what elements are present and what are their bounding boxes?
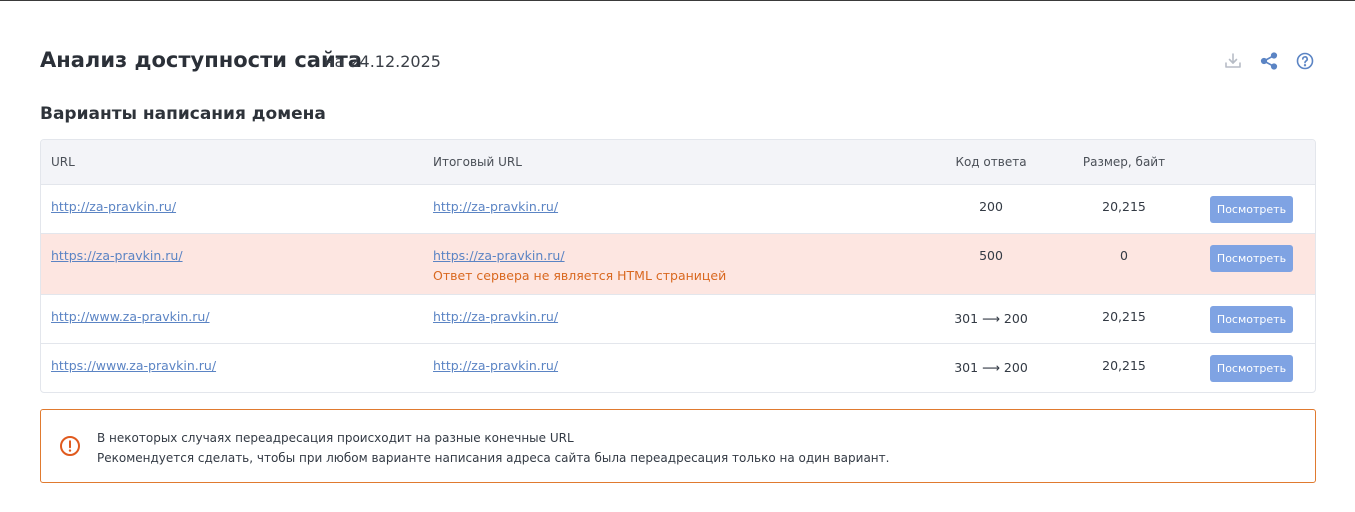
final-url-link[interactable]: http://za-pravkin.ru/ [433, 358, 558, 373]
section-title: Варианты написания домена [40, 104, 326, 124]
table-header: URL Итоговый URL Код ответа Размер, байт [41, 140, 1315, 185]
error-message: Ответ сервера не является HTML страницей [433, 268, 727, 283]
view-button[interactable]: Посмотреть [1210, 355, 1293, 382]
column-response-code: Код ответа [955, 155, 1027, 169]
response-code: 301 ⟶ 200 [954, 311, 1028, 326]
redirect-warning-alert: В некоторых случаях переадресация происх… [40, 409, 1316, 483]
response-code: 500 [979, 248, 1003, 263]
page-header: Анализ доступности сайта на 24.12.2025 [40, 46, 1316, 76]
table-row: http://za-pravkin.ru/ http://za-pravkin.… [41, 185, 1315, 234]
alert-line-1: В некоторых случаях переадресация происх… [97, 431, 574, 445]
alert-text: В некоторых случаях переадресация происх… [97, 428, 889, 468]
view-button[interactable]: Посмотреть [1210, 306, 1293, 333]
response-size: 20,215 [1102, 309, 1146, 324]
help-icon[interactable] [1294, 50, 1316, 72]
final-url-link[interactable]: https://za-pravkin.ru/ [433, 248, 565, 263]
alert-line-2: Рекомендуется сделать, чтобы при любом в… [97, 451, 890, 465]
column-final-url: Итоговый URL [433, 155, 522, 169]
table-row: http://www.za-pravkin.ru/ http://za-prav… [41, 295, 1315, 344]
response-size: 0 [1120, 248, 1128, 263]
table-row-error: https://za-pravkin.ru/ https://za-pravki… [41, 234, 1315, 295]
column-size: Размер, байт [1082, 155, 1166, 169]
warning-icon [59, 435, 81, 457]
url-link[interactable]: https://za-pravkin.ru/ [51, 248, 183, 263]
final-url-link[interactable]: http://za-pravkin.ru/ [433, 199, 558, 214]
view-button[interactable]: Посмотреть [1210, 196, 1293, 223]
share-icon[interactable] [1258, 50, 1280, 72]
response-size: 20,215 [1102, 358, 1146, 373]
domain-variants-table: URL Итоговый URL Код ответа Размер, байт… [40, 139, 1316, 393]
report-date: на 24.12.2025 [324, 52, 441, 71]
download-icon[interactable] [1222, 50, 1244, 72]
page-title: Анализ доступности сайта [40, 48, 363, 72]
url-link[interactable]: http://za-pravkin.ru/ [51, 199, 176, 214]
response-code: 200 [979, 199, 1003, 214]
view-button[interactable]: Посмотреть [1210, 245, 1293, 272]
header-actions [1222, 50, 1316, 72]
response-size: 20,215 [1102, 199, 1146, 214]
response-code: 301 ⟶ 200 [954, 360, 1028, 375]
column-url: URL [51, 155, 75, 169]
url-link[interactable]: http://www.za-pravkin.ru/ [51, 309, 210, 324]
top-border [0, 0, 1355, 1]
url-link[interactable]: https://www.za-pravkin.ru/ [51, 358, 216, 373]
final-url-link[interactable]: http://za-pravkin.ru/ [433, 309, 558, 324]
table-row: https://www.za-pravkin.ru/ http://za-pra… [41, 344, 1315, 392]
